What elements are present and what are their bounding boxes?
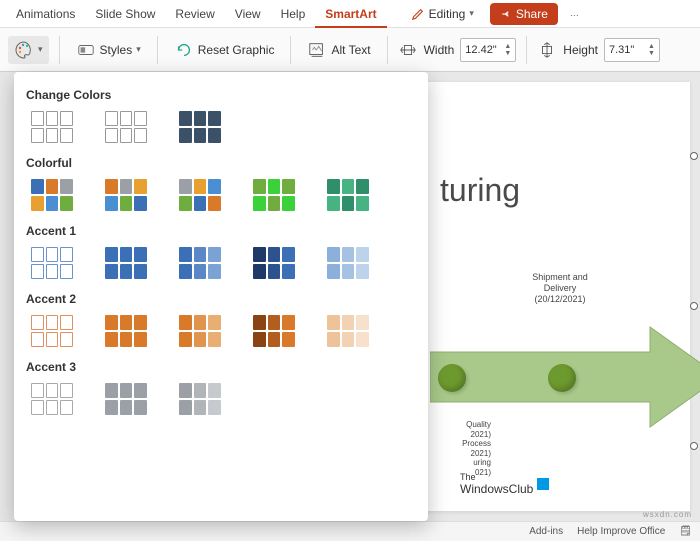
- reset-graphic-button[interactable]: Reset Graphic: [168, 36, 281, 64]
- tab-smartart[interactable]: SmartArt: [315, 0, 386, 28]
- section-accent2: Accent 2: [26, 292, 416, 306]
- reset-icon: [174, 40, 194, 60]
- partial-label: Quality2021) Process2021) uring021): [431, 420, 491, 478]
- notes-icon[interactable]: 🗒: [679, 526, 692, 537]
- chevron-down-icon: ▾: [469, 8, 474, 19]
- color-swatch[interactable]: [326, 178, 370, 212]
- width-input[interactable]: 12.42" ▲▼: [460, 38, 516, 62]
- tab-help[interactable]: Help: [271, 0, 316, 28]
- color-swatch[interactable]: [326, 246, 370, 280]
- spinner-icon[interactable]: ▲▼: [504, 43, 511, 57]
- color-swatch[interactable]: [104, 246, 148, 280]
- swatch-row-colorful: [26, 178, 416, 212]
- separator: [157, 36, 158, 64]
- height-value: 7.31": [609, 44, 634, 56]
- separator: [387, 36, 388, 64]
- swatch-row-primary: [26, 110, 416, 144]
- node-label: Shipment and Delivery (20/12/2021): [510, 272, 610, 304]
- editing-label: Editing: [429, 7, 466, 21]
- tab-slideshow[interactable]: Slide Show: [85, 0, 165, 28]
- logo-square-icon: [537, 478, 549, 490]
- tab-view[interactable]: View: [225, 0, 271, 28]
- width-value: 12.42": [465, 44, 496, 56]
- separator: [290, 36, 291, 64]
- watermark: The WindowsClub: [460, 472, 549, 496]
- pencil-icon: [411, 7, 425, 21]
- styles-button[interactable]: Styles ▾: [70, 36, 147, 64]
- color-swatch[interactable]: [178, 246, 222, 280]
- status-addins[interactable]: Add-ins: [529, 526, 563, 537]
- timeline-node[interactable]: [548, 364, 576, 392]
- color-swatch[interactable]: [178, 110, 222, 144]
- color-swatch[interactable]: [30, 178, 74, 212]
- color-swatch[interactable]: [104, 382, 148, 416]
- separator: [526, 36, 527, 64]
- status-help[interactable]: Help Improve Office: [577, 526, 665, 537]
- editing-mode-button[interactable]: Editing ▾: [405, 5, 480, 23]
- height-icon: [537, 40, 557, 60]
- section-colorful: Colorful: [26, 156, 416, 170]
- color-swatch[interactable]: [30, 246, 74, 280]
- tab-animations[interactable]: Animations: [6, 0, 85, 28]
- color-swatch[interactable]: [178, 178, 222, 212]
- swatch-row-accent3: [26, 382, 416, 416]
- color-swatch[interactable]: [178, 382, 222, 416]
- color-swatch[interactable]: [252, 246, 296, 280]
- color-swatch[interactable]: [30, 110, 74, 144]
- slide-title-fragment: turing: [440, 172, 520, 209]
- share-label: Share: [516, 7, 548, 21]
- color-swatch[interactable]: [326, 314, 370, 348]
- color-swatch[interactable]: [252, 314, 296, 348]
- ribbon-toolbar: ▾ Styles ▾ Reset Graphic Alt Text Width …: [0, 28, 700, 72]
- color-swatch[interactable]: [30, 382, 74, 416]
- more-button[interactable]: ⋯: [564, 3, 585, 25]
- color-swatch[interactable]: [104, 110, 148, 144]
- alt-text-button[interactable]: Alt Text: [301, 36, 376, 64]
- share-button[interactable]: Share: [490, 3, 558, 25]
- timeline-node[interactable]: [438, 364, 466, 392]
- height-label: Height: [563, 43, 598, 57]
- width-icon: [398, 40, 418, 60]
- alt-text-label: Alt Text: [331, 43, 370, 57]
- separator: [59, 36, 60, 64]
- width-label: Width: [424, 43, 455, 57]
- selection-handle[interactable]: [690, 302, 698, 310]
- styles-icon: [76, 40, 96, 60]
- ribbon-tabs: Animations Slide Show Review View Help S…: [0, 0, 700, 28]
- section-accent3: Accent 3: [26, 360, 416, 374]
- chevron-down-icon: ⋯: [570, 10, 579, 20]
- height-input[interactable]: 7.31" ▲▼: [604, 38, 660, 62]
- palette-icon: [14, 40, 34, 60]
- tab-review[interactable]: Review: [165, 0, 224, 28]
- chevron-down-icon: ▾: [136, 44, 141, 55]
- alt-text-icon: [307, 40, 327, 60]
- color-swatch[interactable]: [30, 314, 74, 348]
- share-icon: [500, 8, 512, 20]
- swatch-row-accent2: [26, 314, 416, 348]
- section-change-colors: Change Colors: [26, 88, 416, 102]
- styles-label: Styles: [100, 43, 133, 57]
- chevron-down-icon: ▾: [38, 44, 43, 55]
- section-accent1: Accent 1: [26, 224, 416, 238]
- change-colors-panel: Change Colors Colorful Accent 1 Accent 2…: [14, 72, 428, 521]
- color-swatch[interactable]: [178, 314, 222, 348]
- color-swatch[interactable]: [252, 178, 296, 212]
- height-group: Height 7.31" ▲▼: [537, 28, 660, 71]
- swatch-row-accent1: [26, 246, 416, 280]
- site-attribution: wsxdn.com: [643, 510, 692, 519]
- selection-handle[interactable]: [690, 152, 698, 160]
- spinner-icon[interactable]: ▲▼: [648, 43, 655, 57]
- reset-label: Reset Graphic: [198, 43, 275, 57]
- change-colors-button[interactable]: ▾: [8, 36, 49, 64]
- status-bar: Add-ins Help Improve Office 🗒: [0, 521, 700, 541]
- width-group: Width 12.42" ▲▼: [398, 28, 517, 71]
- color-swatch[interactable]: [104, 178, 148, 212]
- color-swatch[interactable]: [104, 314, 148, 348]
